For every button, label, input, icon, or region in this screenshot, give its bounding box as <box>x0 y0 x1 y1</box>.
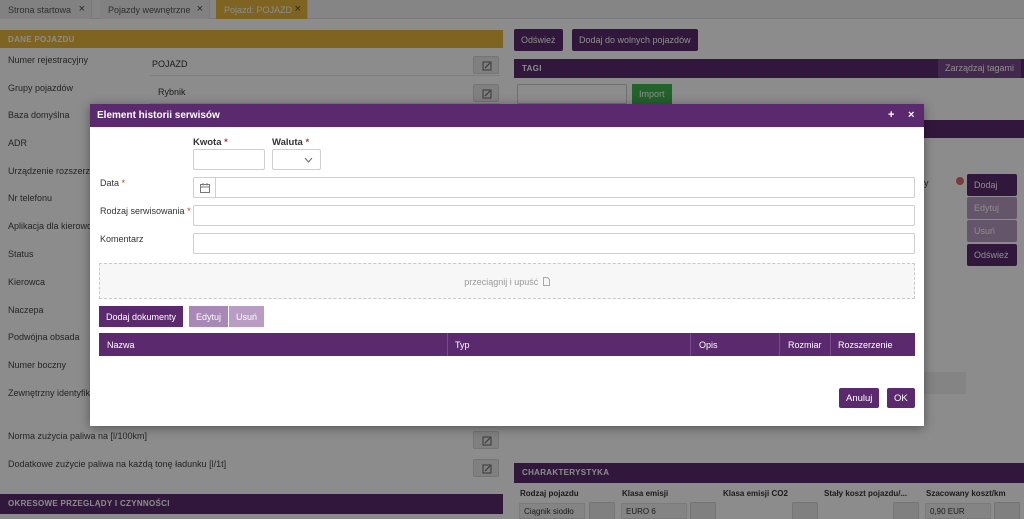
dropzone-text: przeciągnij i upuść <box>464 277 539 287</box>
close-icon[interactable]: × <box>908 109 914 121</box>
maximize-icon[interactable]: + <box>888 109 894 121</box>
column-header-description[interactable]: Opis <box>699 340 718 350</box>
required-mark: * <box>224 137 228 148</box>
edit-document-button[interactable]: Edytuj <box>189 306 229 327</box>
amount-label-text: Kwota <box>193 137 222 148</box>
comment-input[interactable] <box>193 233 915 254</box>
delete-document-button[interactable]: Usuń <box>229 306 265 327</box>
date-label: Data * <box>100 178 125 188</box>
amount-input[interactable] <box>193 149 265 170</box>
service-type-input[interactable] <box>193 205 915 226</box>
column-header-size[interactable]: Rozmiar <box>788 340 822 350</box>
modal-header: Element historii serwisów + × <box>90 104 924 127</box>
date-input[interactable] <box>193 177 915 198</box>
required-mark: * <box>121 178 126 188</box>
ok-button[interactable]: OK <box>887 388 915 408</box>
column-header-name[interactable]: Nazwa <box>107 340 135 350</box>
service-history-modal: Element historii serwisów + × Kwota * Wa… <box>90 104 924 426</box>
add-documents-button[interactable]: Dodaj dokumenty <box>99 306 184 327</box>
calendar-icon <box>200 183 210 193</box>
required-mark: * <box>305 137 310 148</box>
calendar-button[interactable] <box>194 178 216 197</box>
required-mark: * <box>187 206 191 216</box>
column-divider <box>447 333 448 356</box>
cancel-button[interactable]: Anuluj <box>839 388 880 408</box>
column-header-extension[interactable]: Rozszerzenie <box>838 340 893 350</box>
currency-label-text: Waluta <box>272 137 303 148</box>
currency-select[interactable] <box>272 149 321 170</box>
column-divider <box>690 333 691 356</box>
service-type-label: Rodzaj serwisowania * <box>100 206 191 216</box>
modal-title: Element historii serwisów <box>97 110 220 121</box>
service-type-label-text: Rodzaj serwisowania <box>100 206 185 216</box>
column-divider <box>779 333 780 356</box>
chevron-down-icon <box>304 157 313 163</box>
documents-table-header: Nazwa Typ Opis Rozmiar Rozszerzenie <box>99 333 915 356</box>
column-divider <box>830 333 831 356</box>
date-label-text: Data <box>100 178 120 188</box>
amount-label: Kwota * <box>193 137 228 148</box>
comment-label: Komentarz <box>100 234 144 244</box>
column-header-type[interactable]: Typ <box>455 340 470 350</box>
file-icon <box>542 277 550 286</box>
file-dropzone[interactable]: przeciągnij i upuść <box>99 263 915 299</box>
currency-label: Waluta * <box>272 137 309 148</box>
